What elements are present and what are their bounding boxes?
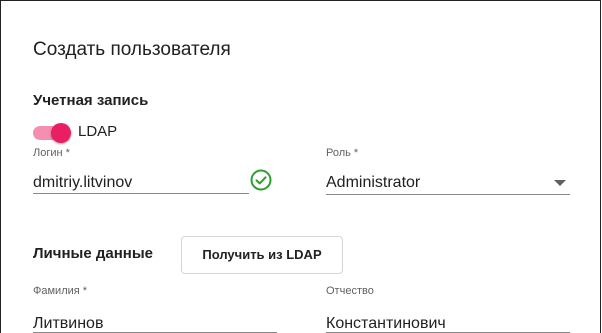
patronymic-input[interactable] (326, 314, 546, 333)
fetch-from-ldap-button[interactable]: Получить из LDAP (181, 236, 343, 274)
surname-label: Фамилия * (33, 285, 88, 297)
role-label: Роль * (326, 147, 359, 159)
ldap-toggle-label: LDAP (78, 123, 118, 140)
dialog-title: Создать пользователя (33, 39, 231, 60)
check-circle-icon (250, 169, 272, 191)
toggle-thumb (51, 123, 71, 143)
personal-section-title: Личные данные (33, 245, 153, 262)
chevron-down-icon[interactable] (554, 180, 566, 186)
role-underline (326, 194, 570, 195)
login-input[interactable] (33, 173, 243, 193)
role-select[interactable]: Administrator (326, 173, 546, 193)
login-label: Логин * (33, 147, 70, 159)
create-user-dialog: Создать пользователя Учетная запись LDAP… (0, 0, 601, 333)
surname-input[interactable] (33, 314, 253, 333)
login-underline (33, 193, 249, 194)
patronymic-label: Отчество (326, 285, 374, 297)
account-section-title: Учетная запись (33, 92, 149, 109)
ldap-toggle[interactable] (33, 123, 71, 143)
